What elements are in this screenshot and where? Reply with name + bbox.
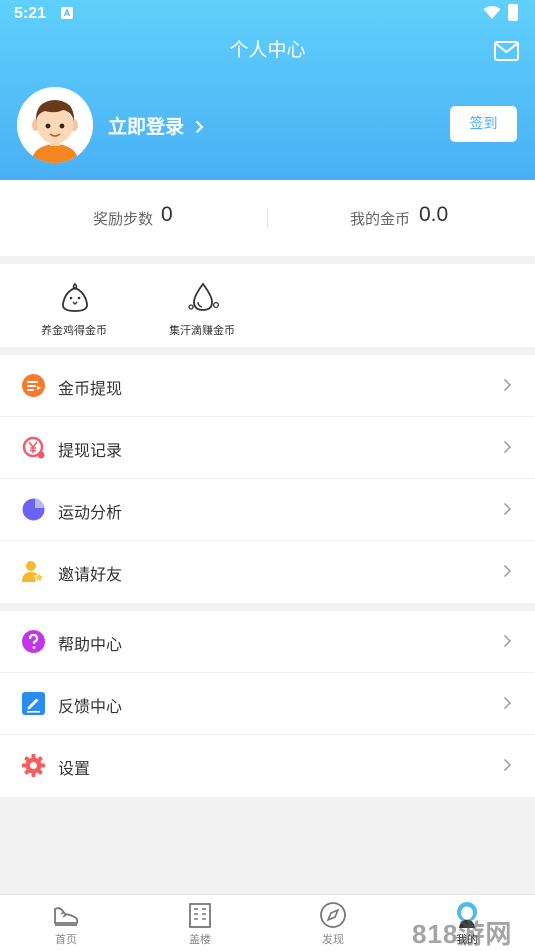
help-icon <box>22 630 45 653</box>
tab-label: 盖楼 <box>189 933 211 946</box>
header: 5:21 A 个人中心 立即登录 签到 <box>0 0 535 180</box>
chevron-right-icon <box>195 120 204 134</box>
tab-label: 首页 <box>55 933 77 946</box>
building-icon <box>189 903 211 928</box>
mail-icon[interactable] <box>494 41 519 61</box>
pie-chart-icon <box>22 498 45 521</box>
chevron-right-icon <box>503 634 512 648</box>
tab-discover[interactable]: 发现 <box>298 895 368 951</box>
compass-icon <box>320 902 346 928</box>
coin-withdraw-icon <box>22 374 45 397</box>
tab-home[interactable]: 首页 <box>31 895 101 951</box>
task-panel: 养金鸡得金币 集汗滴赚金币 <box>0 264 535 347</box>
menu-item-withdraw-record[interactable]: 提现记录 <box>0 417 535 479</box>
stats-divider <box>267 208 268 228</box>
menu-group-support: 帮助中心 反馈中心 设置 <box>0 611 535 797</box>
menu-label: 帮助中心 <box>58 635 123 654</box>
chevron-right-icon <box>503 758 512 772</box>
watermark-logo: 818游网 <box>412 914 512 951</box>
chevron-right-icon <box>503 564 512 578</box>
chevron-right-icon <box>503 696 512 710</box>
shoe-icon <box>54 907 79 926</box>
chevron-right-icon <box>503 378 512 392</box>
boy-avatar-icon <box>17 87 93 163</box>
tab-label: 发现 <box>322 933 344 946</box>
stats-panel: 奖励步数 0 我的金币 0.0 <box>0 180 535 256</box>
chick-icon <box>62 282 88 312</box>
steps-value: 0 <box>161 203 173 226</box>
feedback-icon <box>22 692 45 715</box>
menu-group-account: 金币提现 提现记录 运动分析 邀请好友 <box>0 355 535 603</box>
menu-item-help-center[interactable]: 帮助中心 <box>0 611 535 673</box>
menu-label: 金币提现 <box>58 379 123 398</box>
task-raise-chicken[interactable]: 养金鸡得金币 <box>19 264 129 347</box>
page-title: 个人中心 <box>229 39 306 61</box>
watermark-text: 818游网 <box>412 919 513 949</box>
menu-item-invite-friends[interactable]: 邀请好友 <box>0 541 535 603</box>
gear-icon <box>22 754 45 777</box>
sim-icon: A <box>61 7 73 19</box>
signin-button[interactable]: 签到 <box>450 106 517 142</box>
coins-value: 0.0 <box>419 203 449 226</box>
menu-label: 提现记录 <box>58 441 123 460</box>
yen-record-icon <box>22 436 45 459</box>
avatar[interactable] <box>17 87 93 163</box>
coins-label: 我的金币 <box>350 210 411 228</box>
login-link[interactable]: 立即登录 <box>108 112 204 139</box>
status-bar: 5:21 A <box>0 0 535 28</box>
menu-item-feedback-center[interactable]: 反馈中心 <box>0 673 535 735</box>
menu-label: 设置 <box>58 759 91 778</box>
menu-item-settings[interactable]: 设置 <box>0 735 535 797</box>
menu-item-sport-analysis[interactable]: 运动分析 <box>0 479 535 541</box>
sweat-drop-icon <box>188 282 220 311</box>
login-label: 立即登录 <box>108 116 185 138</box>
chevron-right-icon <box>503 440 512 454</box>
chevron-right-icon <box>503 502 512 516</box>
task-collect-sweat[interactable]: 集汗滴赚金币 <box>147 264 257 347</box>
menu-label: 反馈中心 <box>58 697 123 716</box>
menu-label: 运动分析 <box>58 503 123 522</box>
invite-friend-icon <box>22 561 45 583</box>
task-label: 集汗滴赚金币 <box>169 324 235 337</box>
menu-item-coin-withdraw[interactable]: 金币提现 <box>0 355 535 417</box>
menu-label: 邀请好友 <box>58 565 123 584</box>
task-label: 养金鸡得金币 <box>41 324 107 337</box>
tab-build[interactable]: 盖楼 <box>165 895 235 951</box>
status-time: 5:21 <box>14 5 47 22</box>
battery-icon <box>508 4 518 21</box>
steps-label: 奖励步数 <box>93 210 154 228</box>
wifi-icon <box>483 6 501 19</box>
